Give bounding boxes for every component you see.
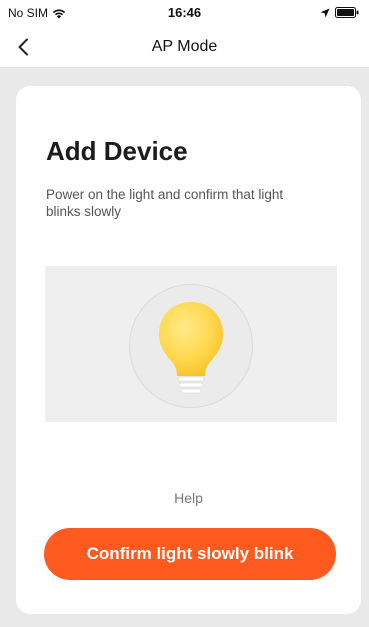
bulb-circle — [129, 284, 253, 408]
device-illustration — [45, 266, 337, 422]
status-bar: No SIM 16:46 — [0, 0, 369, 26]
help-link[interactable]: Help — [16, 490, 361, 506]
battery-icon — [335, 7, 359, 18]
confirm-blink-button[interactable]: Confirm light slowly blink — [44, 528, 336, 580]
status-right — [320, 7, 359, 18]
status-time: 16:46 — [167, 5, 202, 20]
card-description: Power on the light and confirm that ligh… — [46, 187, 284, 219]
page-title: AP Mode — [151, 38, 218, 55]
add-device-card: Add Device Power on the light and confir… — [16, 86, 361, 614]
location-arrow-icon — [320, 8, 330, 17]
card-title: Add Device — [46, 136, 188, 166]
nav-bar: AP Mode — [0, 26, 369, 68]
light-bulb-icon — [158, 301, 223, 393]
